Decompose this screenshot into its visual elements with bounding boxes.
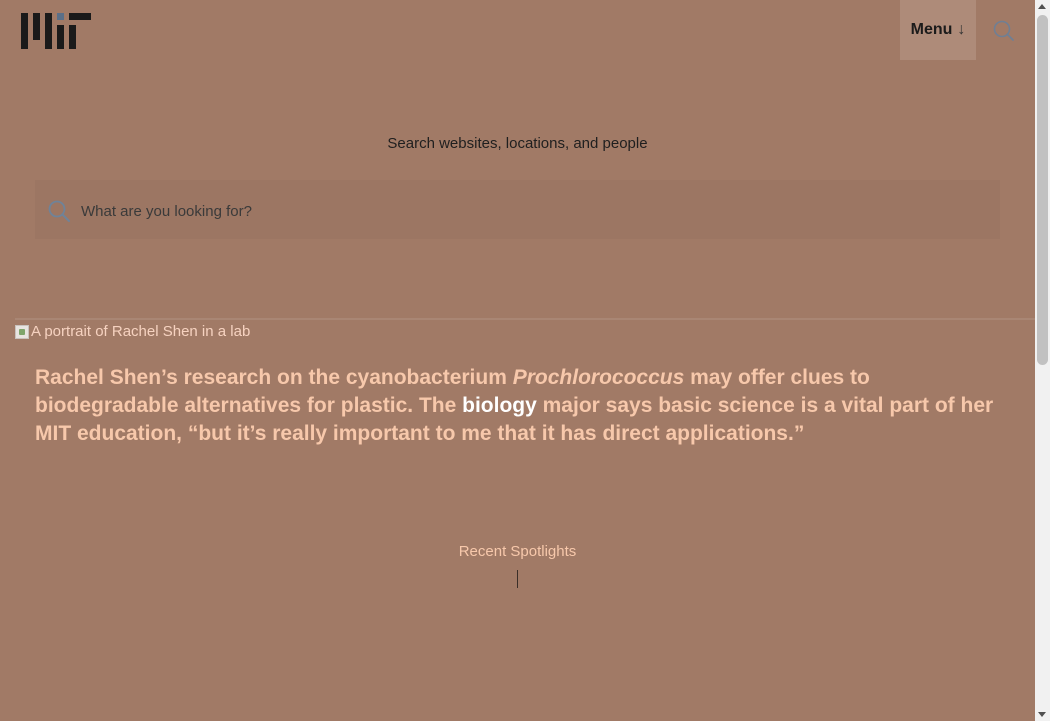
hero-text-italic: Prochlorococcus [512, 366, 685, 389]
scroll-up-icon[interactable] [1038, 4, 1046, 9]
hero-text-part1: Rachel Shen’s research on the cyanobacte… [35, 366, 513, 389]
divider [15, 318, 1035, 320]
recent-spotlights-heading: Recent Spotlights [458, 543, 577, 560]
search-heading: Search websites, locations, and people [387, 135, 648, 152]
biology-link[interactable]: biology [462, 394, 537, 417]
search-input[interactable] [79, 190, 983, 232]
scroll-down-icon[interactable] [1038, 712, 1046, 717]
search-icon [48, 200, 70, 222]
vertical-scrollbar[interactable] [1035, 0, 1050, 721]
hero-caption: Rachel Shen’s research on the cyanobacte… [35, 364, 1010, 448]
broken-image-icon [15, 324, 29, 339]
menu-label: Menu [910, 21, 953, 38]
hero-image: A portrait of Rachel Shen in a lab [15, 323, 250, 340]
search-icon[interactable] [990, 17, 1018, 45]
page: Menu ↓ Search websites, locations, and p… [0, 0, 1035, 721]
arrow-down-icon: ↓ [957, 21, 966, 38]
text-cursor [517, 570, 518, 588]
search-box [35, 180, 1000, 239]
mit-logo[interactable] [21, 13, 91, 49]
hero-image-alt: A portrait of Rachel Shen in a lab [31, 323, 251, 340]
menu-button[interactable]: Menu ↓ [900, 0, 976, 60]
scrollbar-thumb[interactable] [1037, 15, 1048, 365]
